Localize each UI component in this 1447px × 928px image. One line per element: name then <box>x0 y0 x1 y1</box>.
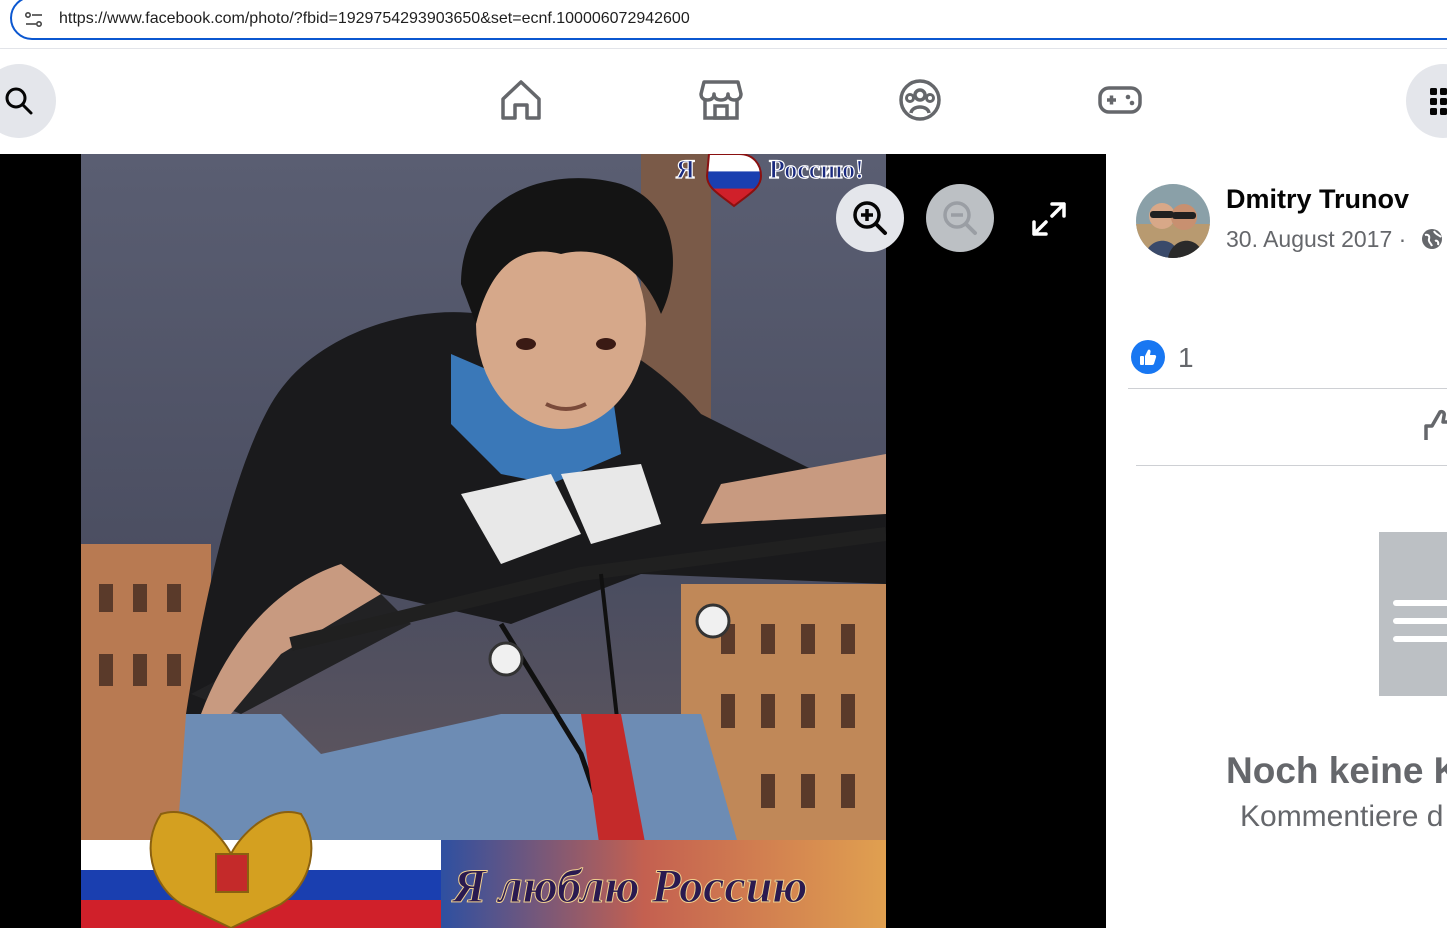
facebook-top-nav <box>0 49 1447 154</box>
comment-lines-icon <box>1393 600 1447 642</box>
groups-icon[interactable] <box>897 77 943 123</box>
browser-address-bar: https://www.facebook.com/photo/?fbid=192… <box>0 0 1447 49</box>
photo-viewer: Я Россию! Я люблю Россию <box>0 154 1106 928</box>
fullscreen-icon[interactable] <box>1030 200 1068 238</box>
zoom-in-icon <box>853 201 887 235</box>
site-info-icon[interactable] <box>24 10 44 30</box>
author-name[interactable]: Dmitry Trunov <box>1226 184 1409 215</box>
thumbs-up-icon <box>1140 349 1157 365</box>
no-comments-subtitle: Kommentiere d <box>1240 800 1444 833</box>
like-action-icon[interactable] <box>1422 406 1447 446</box>
url-field[interactable]: https://www.facebook.com/photo/?fbid=192… <box>10 0 1447 40</box>
post-details-panel: Dmitry Trunov 30. August 2017 · 1 Noch k… <box>1106 154 1447 928</box>
no-comments-title: Noch keine K <box>1226 750 1447 791</box>
divider <box>1136 465 1447 466</box>
zoom-out-icon <box>943 201 977 235</box>
empty-comments-illustration <box>1379 532 1447 696</box>
menu-grid-icon <box>1430 88 1447 115</box>
search-button[interactable] <box>0 64 56 138</box>
divider <box>1128 388 1447 389</box>
menu-button[interactable] <box>1406 64 1447 138</box>
url-text: https://www.facebook.com/photo/?fbid=192… <box>59 10 690 27</box>
svg-text:Россию!: Россию! <box>769 155 864 184</box>
home-icon[interactable] <box>498 77 544 123</box>
gaming-icon[interactable] <box>1097 77 1143 123</box>
search-icon <box>5 87 33 115</box>
like-count[interactable]: 1 <box>1178 342 1194 374</box>
marketplace-icon[interactable] <box>698 77 744 123</box>
post-date[interactable]: 30. August 2017 · <box>1226 226 1406 253</box>
svg-text:Я: Я <box>676 155 695 184</box>
globe-icon <box>1422 229 1442 249</box>
svg-text:Я люблю Россию: Я люблю Россию <box>451 860 807 913</box>
post-photo[interactable]: Я Россию! Я люблю Россию <box>81 154 886 928</box>
like-reaction-badge[interactable] <box>1131 340 1165 374</box>
photo-illustration: Я Россию! Я люблю Россию <box>81 154 886 928</box>
avatar[interactable] <box>1136 184 1210 258</box>
zoom-in-button[interactable] <box>836 184 904 252</box>
zoom-out-button[interactable] <box>926 184 994 252</box>
